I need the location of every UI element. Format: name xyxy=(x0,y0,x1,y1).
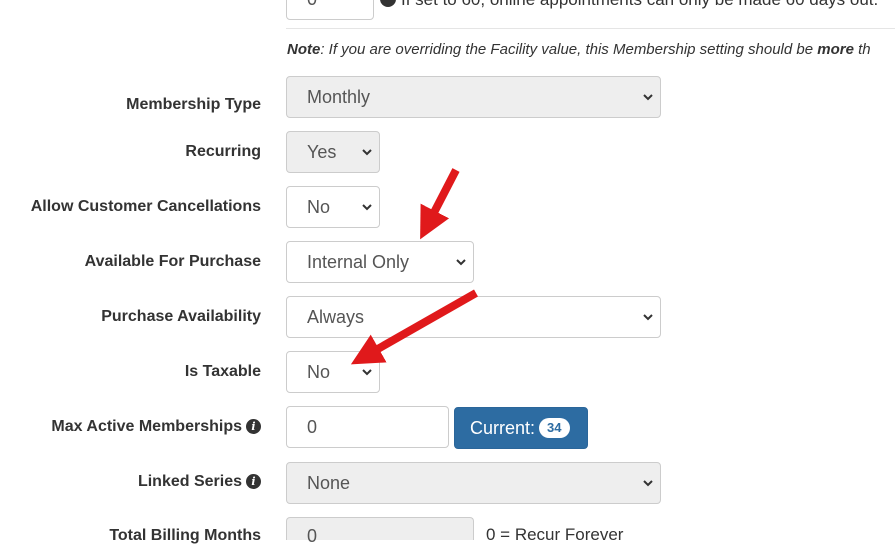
red-arrow xyxy=(350,289,478,365)
annotation-arrows xyxy=(350,168,478,365)
red-arrow xyxy=(420,168,460,240)
